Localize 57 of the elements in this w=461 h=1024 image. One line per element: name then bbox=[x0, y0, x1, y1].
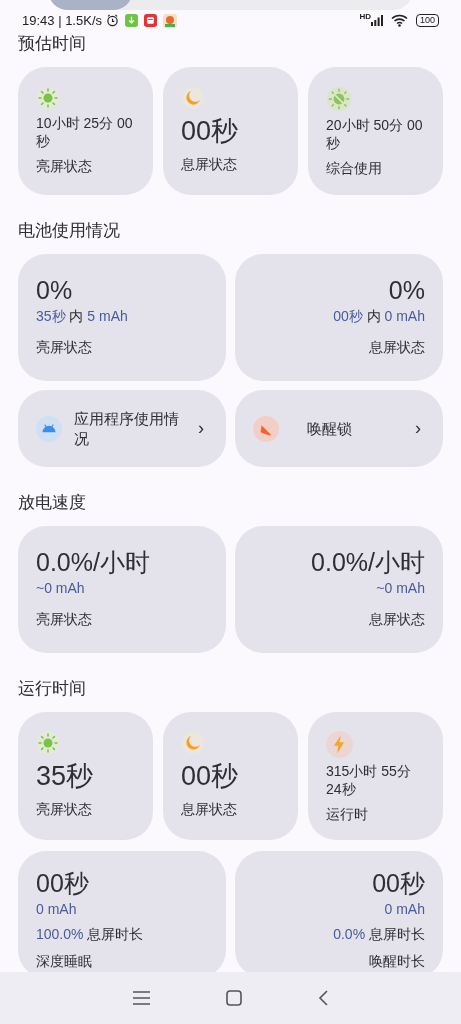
status-time: 19:43 | 1.5K/s bbox=[22, 11, 102, 30]
sun-moon-icon bbox=[326, 86, 352, 112]
app-icon bbox=[163, 13, 177, 28]
home-icon[interactable] bbox=[226, 990, 242, 1006]
stat-label: 综合使用 bbox=[326, 159, 383, 178]
charge-amount: 0 mAh bbox=[36, 900, 77, 919]
nav-card-button[interactable]: 唤醒锁 › bbox=[235, 390, 443, 467]
sun-icon bbox=[36, 86, 60, 110]
stat-label: 息屏状态 bbox=[181, 155, 238, 174]
lightning-icon bbox=[326, 731, 353, 758]
alarm-clock-icon bbox=[106, 14, 119, 27]
usage-detail: 00秒 内 0 mAh bbox=[333, 307, 425, 326]
section-title: 电池使用情况 bbox=[17, 220, 121, 242]
section-title: 运行时间 bbox=[17, 678, 87, 700]
stat-label: 亮屏状态 bbox=[36, 157, 93, 176]
stat-label: 运行时 bbox=[326, 805, 369, 824]
stat-label: 息屏状态 bbox=[369, 338, 425, 357]
stat-label: 亮屏状态 bbox=[36, 610, 92, 629]
charge-amount: 0 mAh bbox=[384, 900, 425, 919]
stat-value: 0.0%/小时 bbox=[311, 547, 425, 578]
download-icon bbox=[125, 14, 138, 27]
signal-icon bbox=[370, 15, 383, 26]
stat-label: 息屏状态 bbox=[181, 800, 238, 819]
back-icon[interactable] bbox=[318, 990, 328, 1006]
percent-detail: 100.0% 息屏时长 bbox=[36, 925, 144, 944]
stat-value: 10小时 25分 00 秒 bbox=[36, 114, 134, 150]
menu-icon[interactable] bbox=[133, 991, 150, 1005]
stat-value: 0% bbox=[36, 275, 73, 306]
stat-label: 息屏状态 bbox=[369, 610, 425, 629]
battery-indicator: 100 bbox=[415, 14, 439, 27]
stat-label: 亮屏状态 bbox=[36, 338, 92, 357]
sun-icon bbox=[36, 731, 60, 755]
usage-detail: 35秒 内 5 mAh bbox=[36, 307, 128, 326]
wifi-icon bbox=[390, 14, 408, 27]
app-icon bbox=[144, 14, 157, 27]
moon-icon bbox=[181, 86, 205, 110]
stat-value: 00秒 bbox=[372, 868, 425, 899]
stat-label: 深度睡眠 bbox=[36, 952, 92, 971]
stat-value: 00秒 bbox=[181, 760, 240, 793]
nav-card-button[interactable]: 应用程序使用情况 › bbox=[18, 390, 226, 467]
android-icon bbox=[36, 415, 62, 442]
charge-amount: ~0 mAh bbox=[36, 579, 85, 598]
section-title: 放电速度 bbox=[17, 492, 87, 514]
charge-amount: ~0 mAh bbox=[376, 579, 425, 598]
section-title: 预估时间 bbox=[17, 33, 87, 55]
stat-value: 00秒 bbox=[36, 868, 89, 899]
network-label: HD bbox=[359, 13, 371, 21]
stat-value: 315小时 55分 24秒 bbox=[326, 762, 412, 798]
stat-value: 00秒 bbox=[181, 115, 240, 148]
stat-label: 唤醒时长 bbox=[369, 952, 425, 971]
stat-label: 亮屏状态 bbox=[36, 800, 93, 819]
percent-detail: 0.0% 息屏时长 bbox=[333, 925, 425, 944]
stat-value: 35秒 bbox=[36, 760, 95, 793]
stat-value: 0% bbox=[388, 275, 425, 306]
moon-icon bbox=[181, 731, 205, 755]
stat-value: 20小时 50分 00 秒 bbox=[326, 116, 424, 152]
stat-value: 0.0%/小时 bbox=[36, 547, 150, 578]
